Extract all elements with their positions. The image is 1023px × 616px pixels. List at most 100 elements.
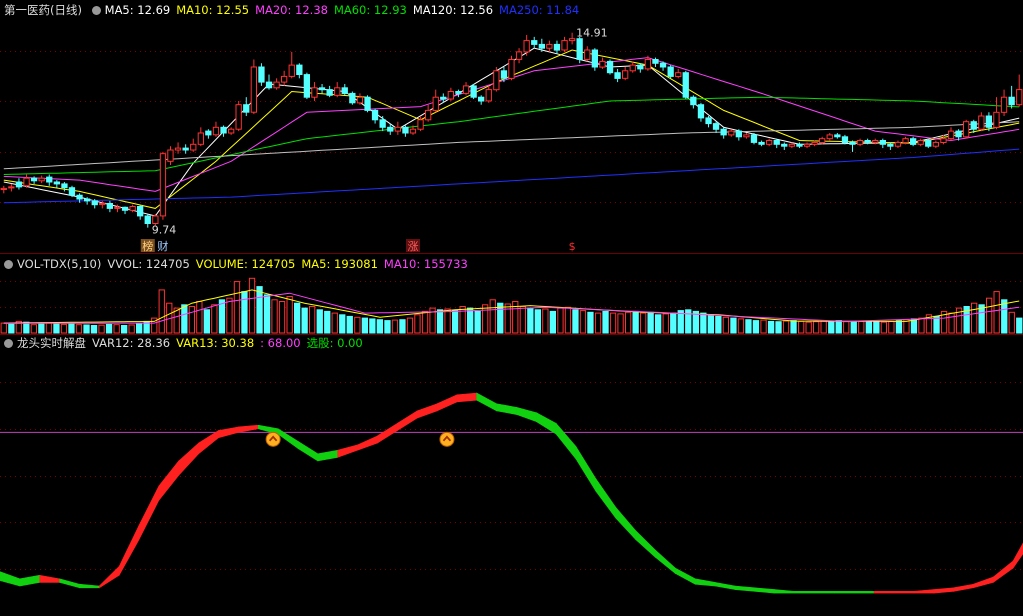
buy-signal-icon [439, 431, 455, 447]
candle [576, 38, 583, 60]
volume-bar [534, 309, 542, 334]
volume-bar [895, 320, 903, 334]
volume-bar [752, 320, 760, 334]
volume-bar [873, 321, 880, 334]
candle [144, 215, 151, 224]
signal-band-segment [893, 591, 915, 594]
signal-band-segment [198, 430, 219, 455]
signal-band-segment [1012, 542, 1023, 570]
volume-bar [880, 321, 888, 334]
settings-circle-icon[interactable] [91, 6, 101, 15]
signal-band-segment [79, 583, 100, 589]
candle [121, 206, 129, 211]
candle [894, 141, 902, 147]
volume-bar [38, 323, 45, 334]
volume-bar [98, 324, 105, 334]
candle [523, 40, 530, 53]
candle [712, 123, 720, 130]
volume-bar [971, 302, 978, 334]
volume-bar [707, 314, 715, 334]
candle [849, 141, 856, 145]
volume-bar [625, 311, 632, 334]
volume-bar [798, 320, 805, 334]
signal-band-segment [615, 506, 636, 541]
event-marker: 涨 [407, 240, 418, 253]
candle [796, 143, 803, 147]
volume-bar [30, 324, 38, 334]
high-price-label: 14.91 [576, 27, 608, 40]
volume-bar [301, 307, 308, 334]
volume-bar [331, 312, 338, 334]
signal-band-segment [734, 585, 756, 592]
signal-band-segment [536, 412, 557, 435]
volume-bar [68, 323, 75, 334]
candle [167, 149, 174, 162]
signal-band-segment [238, 424, 259, 433]
candle [584, 49, 591, 60]
candle [637, 64, 644, 70]
indicator-label: VAR13: 30.38 [176, 336, 255, 350]
candle [68, 187, 76, 196]
signal-band-segment [953, 583, 974, 592]
stock-title: 第一医药(日线) [4, 3, 82, 17]
volume-bar [354, 316, 361, 334]
volume-bar [670, 312, 677, 334]
candle [455, 91, 462, 94]
candle [212, 126, 220, 136]
indicator-chart[interactable] [0, 335, 1023, 616]
volume-panel: VOL-TDX(5,10) VVOL: 124705 VOLUME: 124705 M… [0, 254, 1023, 334]
volume-bar [527, 307, 534, 334]
candle [947, 130, 955, 140]
signal-band-segment [416, 403, 438, 419]
candle [940, 138, 947, 143]
price-chart[interactable]: 14.91 9.74 榜财 涨 $ [0, 0, 1023, 253]
volume-bar [910, 318, 918, 334]
ma60-line [3, 96, 1020, 175]
candle [735, 130, 743, 138]
candle [879, 140, 887, 145]
volume-bar [309, 306, 316, 334]
volume-bar [715, 315, 722, 334]
volume-bar [557, 307, 564, 334]
candle [766, 140, 773, 145]
candle [720, 128, 727, 136]
settings-circle-icon[interactable] [4, 260, 13, 269]
volume-bar [233, 281, 241, 334]
candle [356, 96, 364, 104]
volume-bar [820, 320, 827, 334]
indicator-label: VAR12: 28.36 [92, 336, 171, 350]
signal-band-segment [714, 582, 736, 590]
signal-band-segment [754, 587, 775, 594]
candle [675, 72, 682, 77]
candle [23, 177, 30, 187]
ma250-line [3, 148, 1020, 204]
volume-bar [843, 321, 850, 334]
signal-band-segment [377, 422, 398, 444]
volume-bar [121, 325, 128, 334]
candle [447, 91, 455, 100]
signal-band-segment [516, 406, 537, 423]
candle [265, 81, 273, 89]
volume-bar [406, 317, 414, 334]
volume-bar [316, 309, 323, 334]
candle [856, 140, 864, 145]
volume-bar [835, 320, 842, 334]
signal-band-segment [933, 587, 954, 594]
volume-bar [579, 310, 587, 334]
volume-label: VOLUME: 124705 [195, 257, 296, 271]
candle [925, 140, 932, 147]
volume-bar [45, 322, 53, 334]
volume-bar [128, 324, 135, 334]
ma-label: MA250: 11.84 [499, 3, 580, 17]
low-price-label: 9.74 [152, 224, 177, 237]
volume-bar [241, 291, 248, 334]
volume-bar [294, 302, 301, 334]
candle [493, 70, 500, 91]
candle [887, 143, 894, 147]
candle [76, 194, 83, 200]
signal-band-segment [396, 410, 418, 432]
volume-bar [918, 317, 925, 334]
volume-bar [813, 321, 820, 334]
volume-bar [83, 324, 90, 334]
settings-circle-icon[interactable] [4, 339, 13, 348]
